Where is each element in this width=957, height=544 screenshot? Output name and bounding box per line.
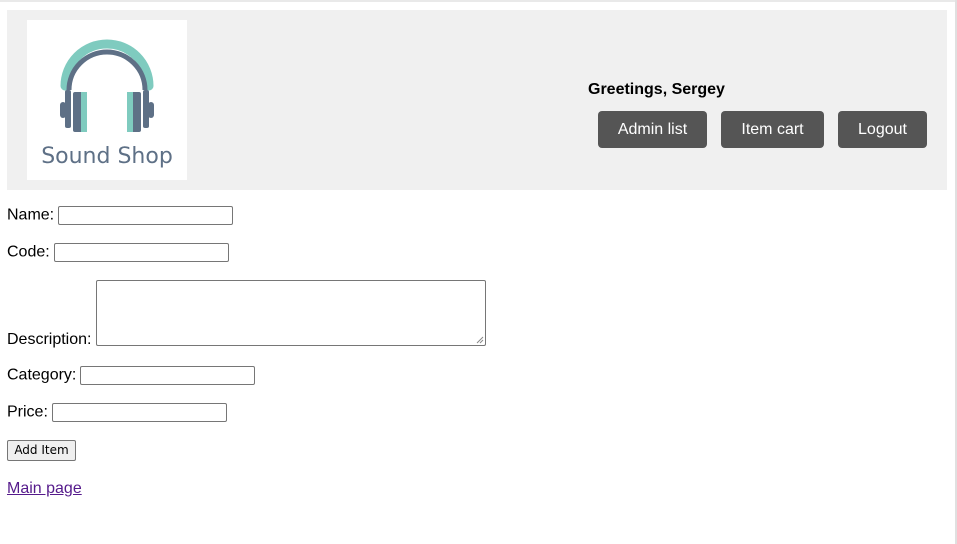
price-label: Price:: [7, 403, 48, 421]
name-label: Name:: [7, 206, 55, 224]
name-input[interactable]: [58, 206, 234, 225]
main-page-link[interactable]: Main page: [7, 480, 82, 498]
code-row: Code:: [7, 243, 229, 262]
admin-list-button[interactable]: Admin list: [598, 111, 707, 148]
sound-shop-logo: Sound Shop: [27, 20, 187, 180]
description-label: Description:: [7, 331, 92, 348]
add-item-button[interactable]: Add Item: [7, 440, 76, 461]
category-label: Category:: [7, 366, 77, 384]
logo-text: Sound Shop: [41, 144, 173, 169]
logout-button[interactable]: Logout: [838, 111, 927, 148]
price-row: Price:: [7, 403, 227, 422]
greeting-text: Greetings, Sergey: [588, 81, 725, 98]
code-label: Code:: [7, 243, 50, 261]
category-input[interactable]: [80, 366, 256, 385]
description-textarea[interactable]: [96, 280, 486, 346]
item-cart-button[interactable]: Item cart: [721, 111, 824, 148]
code-input[interactable]: [53, 243, 229, 262]
site-header: Sound Shop Greetings, Sergey Admin list …: [7, 10, 947, 190]
price-input[interactable]: [51, 403, 227, 422]
resize-grip-icon[interactable]: [476, 336, 484, 344]
category-row: Category:: [7, 366, 256, 385]
top-border: [0, 0, 957, 2]
name-row: Name:: [7, 206, 234, 225]
